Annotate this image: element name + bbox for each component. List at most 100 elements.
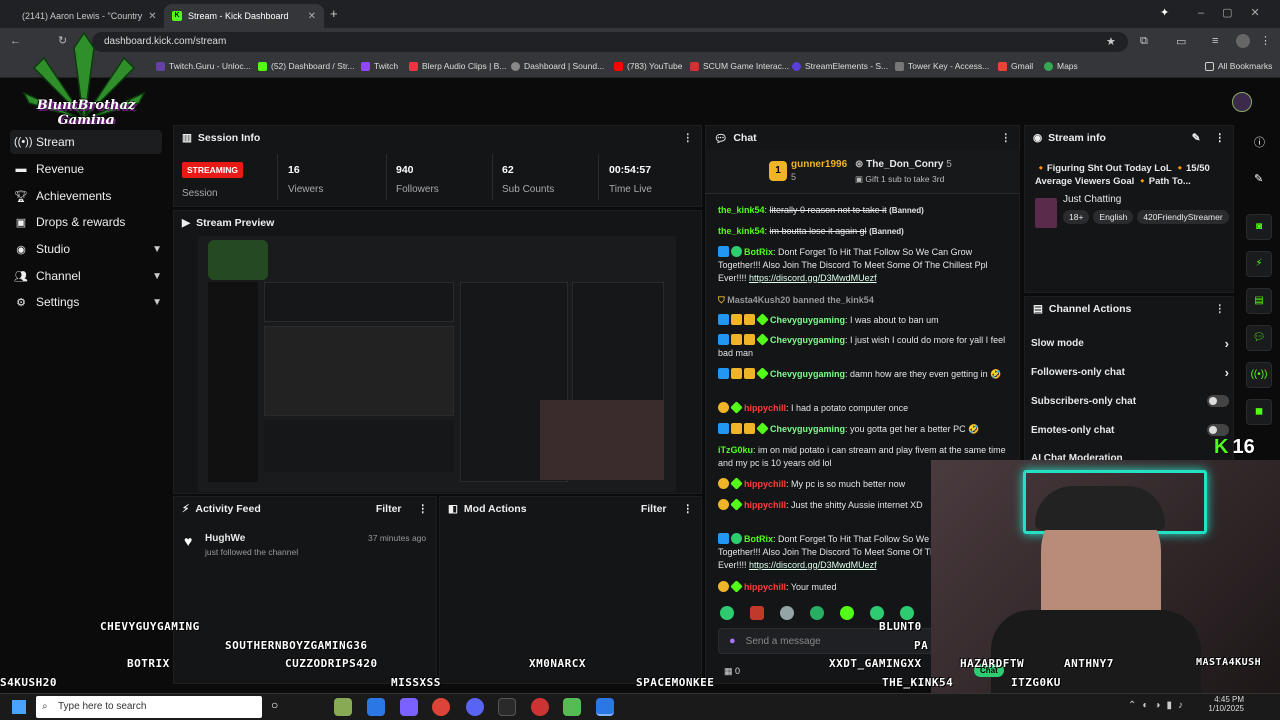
emote-icon[interactable]	[870, 606, 884, 620]
windows-start-icon[interactable]	[12, 700, 26, 714]
bookmark-item[interactable]: Dashboard | Sound...	[511, 61, 604, 71]
taskbar-clock[interactable]: 4:45 PM 1/10/2025	[1208, 695, 1244, 713]
tab-kick-dashboard[interactable]: K Stream - Kick Dashboard ✕	[164, 4, 324, 28]
sidebar-item-drops[interactable]: ▣ Drops & rewards	[10, 210, 162, 234]
bookmark-item[interactable]: Twitch	[361, 61, 398, 71]
taskbar-app-icon[interactable]	[400, 698, 418, 716]
mic-icon[interactable]: ●	[729, 635, 736, 647]
rail-clipboard-button[interactable]: ▤	[1246, 288, 1272, 314]
filter-button[interactable]: Filter	[641, 503, 667, 515]
tag[interactable]: English	[1093, 210, 1134, 224]
chat-username[interactable]: iTzG0ku	[718, 445, 753, 455]
leader-user[interactable]: gunner1996	[791, 159, 847, 170]
sidebar-item-revenue[interactable]: ▬ Revenue	[10, 157, 162, 181]
taskbar-app-icon[interactable]	[334, 698, 352, 716]
emote-icon[interactable]	[720, 606, 734, 620]
chat-username[interactable]: hippychill	[744, 500, 786, 510]
mail-icon[interactable]	[367, 698, 385, 716]
activity-user[interactable]: HughWe	[205, 533, 245, 544]
action-slow-mode[interactable]: Slow mode ›	[1031, 336, 1229, 351]
more-icon[interactable]: ⋮	[1001, 132, 1012, 144]
chat-username[interactable]: Chevyguygaming	[770, 369, 845, 379]
cast-icon[interactable]: ▭	[1176, 35, 1186, 48]
filter-button[interactable]: Filter	[376, 503, 402, 515]
stream-preview-video[interactable]	[198, 236, 676, 492]
close-icon[interactable]: ✕	[148, 11, 156, 22]
window-controls[interactable]: –▢✕	[1198, 6, 1278, 19]
sidebar-item-channel[interactable]: 👥︎ Channel ▼	[10, 264, 162, 288]
toggle-switch[interactable]	[1207, 395, 1229, 407]
media-icon[interactable]: ≡	[1212, 35, 1218, 47]
action-emotes-only[interactable]: Emotes-only chat	[1031, 424, 1229, 436]
chat-username[interactable]: Chevyguygaming	[770, 315, 845, 325]
chat-username[interactable]: BotRix	[744, 534, 773, 544]
chat-username[interactable]: Chevyguygaming	[770, 424, 845, 434]
action-subscribers-only[interactable]: Subscribers-only chat	[1031, 395, 1229, 407]
rail-chat-button[interactable]: 💬︎	[1246, 325, 1272, 351]
chat-username[interactable]: Chevyguygaming	[770, 335, 845, 345]
rail-camera-button[interactable]: ◙	[1246, 214, 1272, 240]
bookmark-star-icon[interactable]: ★	[1106, 35, 1116, 48]
bookmark-item[interactable]: Twitch.Guru - Unloc...	[156, 61, 251, 71]
sidebar-item-studio[interactable]: ◉ Studio ▼	[10, 237, 162, 261]
bookmark-item[interactable]: StreamElements - S...	[792, 61, 888, 71]
bookmark-item[interactable]: (52) Dashboard / Str...	[258, 61, 355, 71]
emote-icon[interactable]	[840, 606, 854, 620]
system-tray-icons[interactable]: ⌃◐◑▮♪	[1128, 700, 1189, 711]
more-icon[interactable]: ⋮	[1215, 132, 1226, 144]
chat-username[interactable]: hippychill	[744, 582, 786, 592]
rail-stop-button[interactable]: ◼	[1246, 399, 1272, 425]
more-icon[interactable]: ⋮	[683, 132, 694, 144]
chat-username[interactable]: hippychill	[744, 479, 786, 489]
taskbar-search[interactable]: ⌕ Type here to search	[36, 696, 262, 718]
leader-user[interactable]: The_Don_Conry	[866, 159, 943, 170]
close-icon[interactable]: ✕	[308, 11, 316, 22]
taskbar-app-icon[interactable]	[498, 698, 516, 716]
user-avatar[interactable]	[1232, 92, 1252, 112]
emote-icon[interactable]	[750, 606, 764, 620]
emote-icon[interactable]	[780, 606, 794, 620]
chat-username[interactable]: hippychill	[744, 403, 786, 413]
pencil-icon[interactable]: ✎	[1254, 172, 1263, 185]
taskbar-app-icon[interactable]	[596, 698, 614, 716]
chat-username[interactable]: the_kink54	[718, 226, 765, 236]
bookmark-item[interactable]: Blerp Audio Clips | B...	[409, 61, 506, 71]
rail-broadcast-button[interactable]: ((•))	[1246, 362, 1272, 388]
more-icon[interactable]: ⋮	[418, 503, 429, 515]
extensions-icon[interactable]: ⧉	[1140, 35, 1148, 48]
bookmark-item[interactable]: Tower Key - Access...	[895, 61, 989, 71]
sidebar-item-stream[interactable]: ((•)) Stream	[10, 130, 162, 154]
tag[interactable]: 420FriendlyStreamer	[1137, 210, 1229, 224]
chat-username[interactable]: BotRix	[744, 247, 773, 257]
menu-icon[interactable]: ⋮	[1260, 34, 1271, 47]
all-bookmarks[interactable]: All Bookmarks	[1205, 61, 1272, 71]
toggle-switch[interactable]	[1207, 424, 1229, 436]
gemini-icon[interactable]: ✦	[1160, 6, 1169, 19]
taskbar-app-icon[interactable]	[531, 698, 549, 716]
bookmark-item[interactable]: SCUM Game Interac...	[690, 61, 789, 71]
task-view-icon[interactable]: ○	[271, 698, 278, 712]
tag[interactable]: 18+	[1063, 210, 1090, 224]
emote-icon[interactable]	[810, 606, 824, 620]
tab-youtube[interactable]: (2141) Aaron Lewis - "Country ✕	[8, 4, 162, 28]
chat-link[interactable]: https://discord.gg/D3MwdMUezf	[749, 273, 877, 283]
chat-link[interactable]: https://discord.gg/D3MwdMUezf	[749, 560, 877, 570]
chat-username[interactable]: the_kink54	[718, 205, 765, 215]
profile-avatar[interactable]	[1236, 34, 1250, 48]
bookmark-item[interactable]: Gmail	[998, 61, 1033, 71]
more-icon[interactable]: ⋮	[683, 503, 694, 515]
sidebar-item-achievements[interactable]: 🏆︎ Achievements	[10, 184, 162, 208]
sidebar-item-settings[interactable]: ⚙ Settings ▼	[10, 290, 162, 314]
bookmark-item[interactable]: (783) YouTube	[614, 61, 682, 71]
stream-category[interactable]: Just Chatting	[1063, 194, 1121, 205]
bookmark-item[interactable]: Maps	[1044, 61, 1078, 71]
new-tab-button[interactable]: +	[330, 6, 338, 21]
chrome-icon[interactable]	[432, 698, 450, 716]
action-followers-only[interactable]: Followers-only chat ›	[1031, 365, 1229, 380]
info-icon[interactable]: ⓘ	[1254, 134, 1265, 150]
more-icon[interactable]: ⋮	[1215, 303, 1226, 315]
url-field[interactable]: dashboard.kick.com/stream	[92, 32, 1128, 52]
discord-icon[interactable]	[466, 698, 484, 716]
pencil-icon[interactable]: ✎	[1192, 132, 1201, 144]
rail-lightning-button[interactable]: ⚡︎	[1246, 251, 1272, 277]
